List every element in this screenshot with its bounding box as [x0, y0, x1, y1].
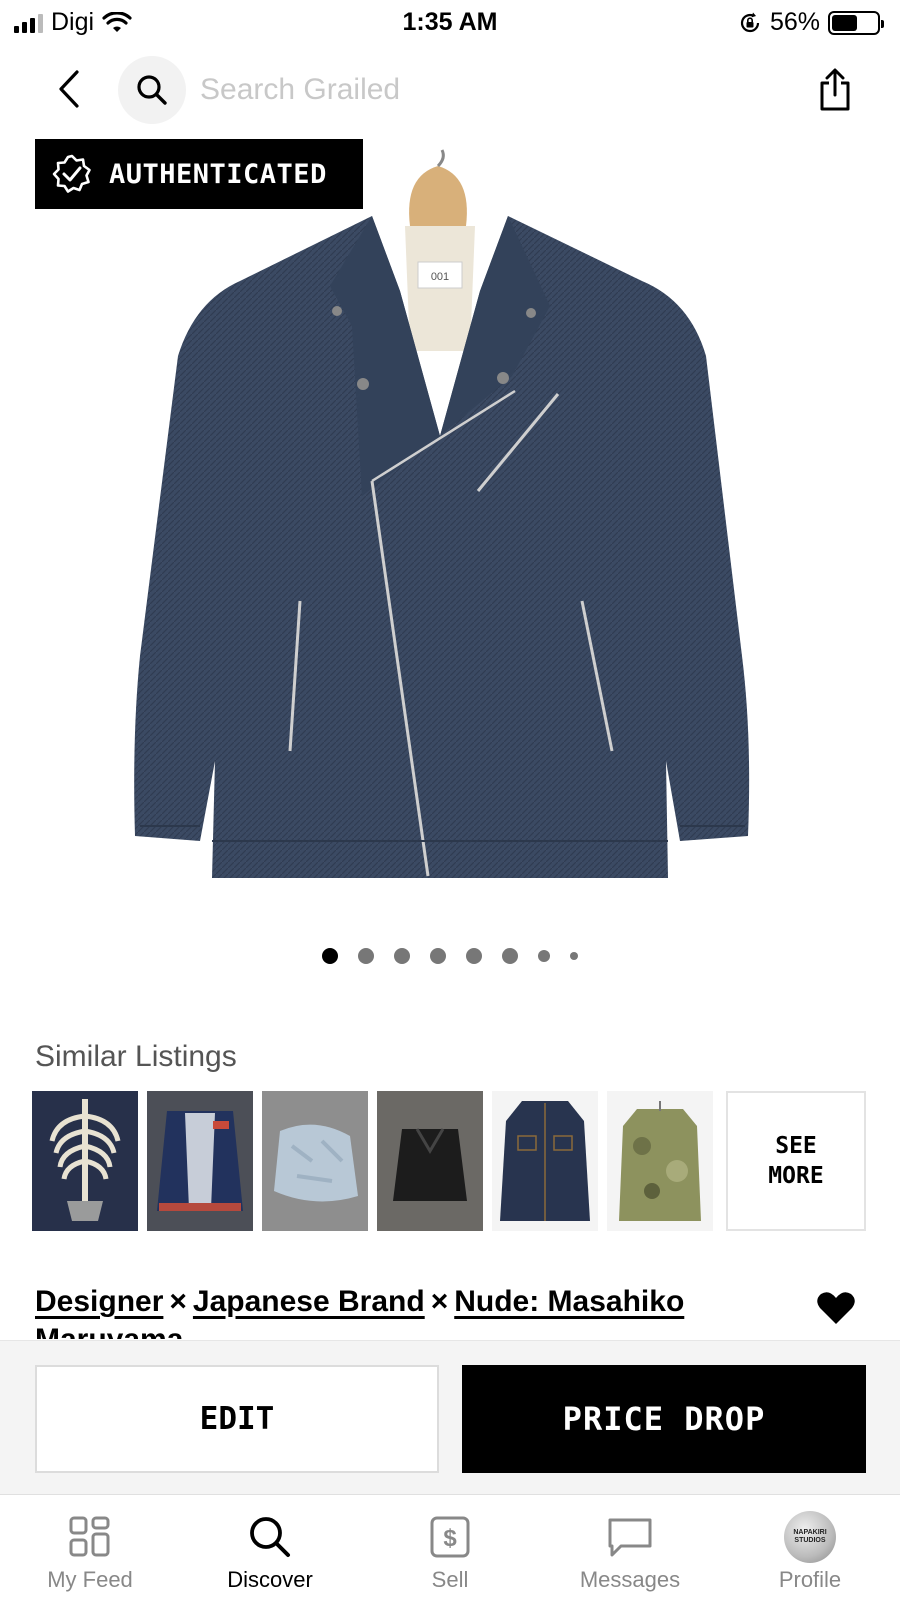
back-button[interactable] [44, 64, 94, 114]
similar-thumb-skeleton-jacket[interactable] [32, 1091, 138, 1231]
similar-thumb-bleached-jacket[interactable] [262, 1091, 368, 1231]
price-drop-button[interactable]: PRICE DROP [462, 1365, 866, 1473]
tab-label: Messages [579, 1567, 681, 1592]
avatar: NAPAKIRI STUDIOS [784, 1511, 836, 1563]
see-more-button[interactable]: SEE MORE [726, 1091, 866, 1231]
tab-label: Sell [431, 1567, 469, 1592]
verified-check-icon [52, 154, 91, 193]
search-icon [137, 75, 167, 105]
similar-thumb-camo-jacket[interactable] [607, 1091, 713, 1231]
similar-listings-row: SEE MORE [32, 1091, 866, 1231]
listing-action-bar: EDIT PRICE DROP [0, 1340, 900, 1494]
favorite-button[interactable] [816, 1290, 856, 1326]
battery-fill [832, 14, 857, 31]
carousel-dot[interactable] [358, 948, 374, 964]
carousel-dot[interactable] [538, 950, 550, 962]
top-nav [0, 52, 900, 128]
search-input[interactable] [200, 68, 760, 112]
carousel-dot[interactable] [322, 948, 338, 964]
designer-brands: Designer×Japanese Brand×Nude: Masahiko M… [35, 1283, 795, 1339]
tab-discover[interactable]: Discover [180, 1495, 360, 1600]
tab-label: My Feed [47, 1567, 133, 1592]
tab-sell[interactable]: $ Sell [360, 1495, 540, 1600]
carousel-dot[interactable] [502, 948, 518, 964]
brand-separator: × [169, 1285, 187, 1318]
orientation-lock-icon [740, 12, 760, 32]
bottom-tab-bar: My Feed Discover $ Sell Messages NAPAKIR… [0, 1494, 900, 1600]
carousel-dot[interactable] [430, 948, 446, 964]
status-bar: Digi 1:35 AM 56% [0, 0, 900, 46]
similar-thumb-denim-trucker[interactable] [492, 1091, 598, 1231]
grid-icon [64, 1511, 116, 1563]
edit-button[interactable]: EDIT [35, 1365, 439, 1473]
image-carousel-dots[interactable] [0, 946, 900, 966]
svg-text:$: $ [443, 1525, 457, 1552]
carousel-dot[interactable] [570, 952, 578, 960]
authenticated-badge: AUTHENTICATED [35, 139, 363, 209]
tab-messages[interactable]: Messages [540, 1495, 720, 1600]
jacket-label-text: 001 [431, 271, 449, 283]
tab-my-feed[interactable]: My Feed [0, 1495, 180, 1600]
brand-separator: × [430, 1285, 449, 1318]
chat-icon [604, 1511, 656, 1563]
battery-percent: 56% [769, 8, 820, 36]
similar-listings-title: Similar Listings [35, 1040, 237, 1073]
battery-icon [828, 10, 884, 35]
search-icon [244, 1511, 296, 1563]
heart-icon [817, 1292, 855, 1324]
tab-label: Profile [778, 1567, 842, 1592]
chevron-left-icon [59, 70, 79, 108]
dollar-tag-icon: $ [424, 1511, 476, 1563]
similar-thumb-black-rider[interactable] [377, 1091, 483, 1231]
authenticated-label: AUTHENTICATED [109, 158, 327, 190]
share-button[interactable] [810, 64, 860, 116]
tab-profile[interactable]: NAPAKIRI STUDIOS Profile [720, 1495, 900, 1600]
brand-link-japanese-brand[interactable]: Japanese Brand [193, 1285, 425, 1318]
status-right: 56% [738, 8, 884, 37]
carousel-dot[interactable] [466, 948, 482, 964]
product-image[interactable]: 001 [0, 136, 900, 916]
tab-label: Discover [227, 1567, 313, 1592]
search-button[interactable] [118, 56, 186, 124]
similar-thumb-track-jacket[interactable] [147, 1091, 253, 1231]
carousel-dot[interactable] [394, 948, 410, 964]
share-icon [820, 68, 850, 111]
brand-link-designer[interactable]: Designer [35, 1285, 163, 1318]
